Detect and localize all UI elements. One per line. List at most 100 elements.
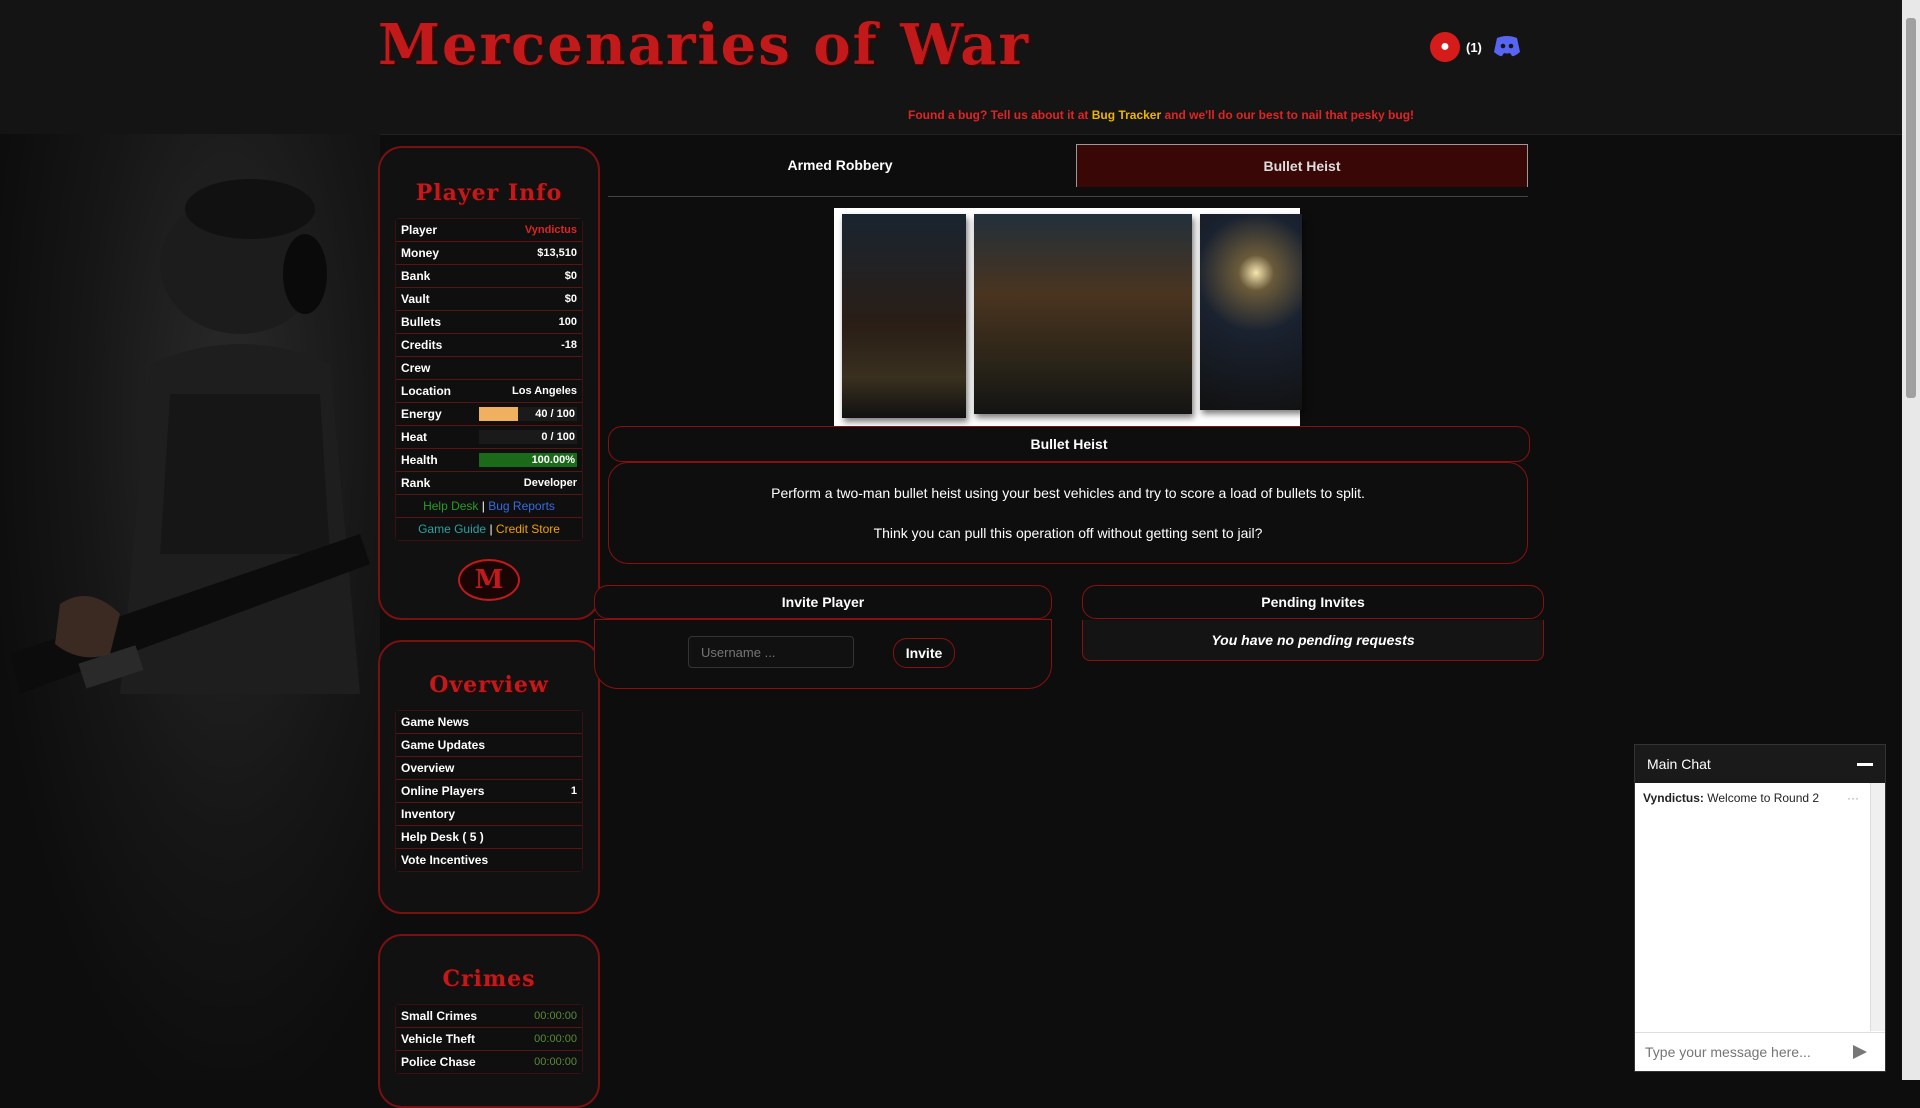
heist-description-line2: Think you can pull this operation off wi… — [873, 525, 1263, 541]
crime-vehicle-theft[interactable]: Vehicle Theft 00:00:00 — [396, 1028, 582, 1051]
rank-value: Developer — [523, 477, 577, 489]
chat-message-user[interactable]: Vyndictus: — [1643, 791, 1704, 805]
bug-banner: Found a bug? Tell us about it at Bug Tra… — [908, 108, 1414, 122]
help-desk-link[interactable]: Help Desk — [423, 499, 478, 513]
heist-title: Bullet Heist — [608, 426, 1530, 462]
vault-row[interactable]: Vault $0 — [396, 288, 582, 311]
link-separator: | — [486, 522, 496, 536]
bug-tracker-link[interactable]: Bug Tracker — [1092, 108, 1161, 122]
row-label: Energy — [401, 407, 442, 421]
energy-bar-fill — [479, 407, 519, 421]
nav-help-desk[interactable]: Help Desk ( 5 ) — [396, 826, 582, 849]
heat-row: Heat 0 / 100 — [396, 426, 582, 449]
row-label: Bank — [401, 269, 431, 283]
nav-online-players[interactable]: Online Players 1 — [396, 780, 582, 803]
row-label: Location — [401, 384, 451, 398]
tab-armed-robbery[interactable]: Armed Robbery — [610, 144, 1070, 186]
game-guide-link[interactable]: Game Guide — [418, 522, 486, 536]
heat-bar: 0 / 100 — [479, 430, 577, 444]
bug-banner-text-end: and we'll do our best to nail that pesky… — [1161, 108, 1415, 122]
row-label: Rank — [401, 476, 431, 490]
player-info-title: Player Info — [415, 180, 563, 206]
credit-store-link[interactable]: Credit Store — [496, 522, 560, 536]
crew-row[interactable]: Crew — [396, 357, 582, 380]
nav-label: Game Updates — [401, 738, 486, 752]
nav-game-news[interactable]: Game News — [396, 711, 582, 734]
more-options-icon[interactable]: ··· — [1847, 791, 1859, 805]
player-row: Player Vyndictus — [396, 219, 582, 242]
nav-game-updates[interactable]: Game Updates — [396, 734, 582, 757]
nav-vote-incentives[interactable]: Vote Incentives — [396, 849, 582, 871]
heist-description-line1: Perform a two-man bullet heist using you… — [771, 485, 1365, 501]
money-row: Money $13,510 — [396, 242, 582, 265]
overview-title: Overview — [429, 672, 549, 698]
online-count-badge: 1 — [570, 785, 577, 797]
chat-header[interactable]: Main Chat — [1635, 745, 1885, 783]
player-info-table: Player Vyndictus Money $13,510 Bank $0 Vaul… — [395, 218, 583, 541]
row-label: Vault — [401, 292, 430, 306]
row-label: Health — [401, 453, 438, 467]
nav-label: Vote Incentives — [401, 853, 489, 867]
main-chat-widget: Main Chat Vyndictus: Welcome to Round 2 … — [1634, 744, 1886, 1072]
site-header: Mercenaries of War ● (1) Found a bug? Te… — [0, 0, 1902, 135]
row-label: Player — [401, 223, 438, 237]
chat-input-bar — [1635, 1032, 1885, 1071]
crime-label: Vehicle Theft — [401, 1032, 476, 1046]
crime-timer: 00:00:00 — [534, 1033, 577, 1045]
nav-label: Help Desk ( 5 ) — [401, 830, 484, 844]
crimes-title: Crimes — [442, 966, 536, 992]
canvas-panel-left — [842, 214, 966, 418]
pending-invites-message: You have no pending requests — [1082, 620, 1544, 661]
bug-banner-text: Found a bug? Tell us about it at — [908, 108, 1092, 122]
crime-police-chase[interactable]: Police Chase 00:00:00 — [396, 1051, 582, 1073]
notifications[interactable]: ● (1) — [1430, 32, 1482, 62]
invite-player-header: Invite Player — [594, 585, 1052, 619]
notification-count: (1) — [1466, 39, 1482, 55]
tab-divider — [608, 196, 1528, 197]
money-value: $13,510 — [537, 247, 577, 259]
crimes-list: Small Crimes 00:00:00 Vehicle Theft 00:00:… — [395, 1004, 583, 1074]
support-links: Help Desk | Bug Reports — [396, 495, 582, 518]
username-input[interactable] — [688, 636, 854, 668]
page-scrollbar-thumb[interactable] — [1906, 18, 1916, 398]
player-name[interactable]: Vyndictus — [525, 224, 577, 236]
bug-reports-link[interactable]: Bug Reports — [488, 499, 555, 513]
chat-scrollbar[interactable] — [1870, 783, 1885, 1031]
location-row[interactable]: Location Los Angeles — [396, 380, 582, 403]
energy-row: Energy 40 / 100 — [396, 403, 582, 426]
invite-button[interactable]: Invite — [893, 638, 955, 668]
m-badge-icon: M — [458, 559, 520, 601]
nav-inventory[interactable]: Inventory — [396, 803, 582, 826]
minimize-icon[interactable] — [1857, 762, 1873, 766]
canvas-panel-right — [1200, 214, 1302, 410]
crime-label: Small Crimes — [401, 1009, 478, 1023]
send-icon[interactable] — [1853, 1045, 1867, 1059]
chat-message: Vyndictus: Welcome to Round 2 ··· — [1643, 791, 1859, 805]
crime-timer: 00:00:00 — [534, 1056, 577, 1068]
canvas-panel-center — [974, 214, 1192, 414]
rank-row: Rank Developer — [396, 472, 582, 495]
heist-description: Perform a two-man bullet heist using you… — [608, 462, 1528, 564]
chat-message-input[interactable] — [1643, 1043, 1847, 1061]
credits-row: Credits -18 — [396, 334, 582, 357]
crime-small-crimes[interactable]: Small Crimes 00:00:00 — [396, 1005, 582, 1028]
site-logo[interactable]: Mercenaries of War — [378, 12, 1030, 78]
nav-overview[interactable]: Overview — [396, 757, 582, 780]
row-label: Heat — [401, 430, 428, 444]
bullets-value: 100 — [558, 316, 577, 328]
health-text: 100.00% — [531, 454, 575, 466]
bank-row[interactable]: Bank $0 — [396, 265, 582, 288]
nav-label: Online Players — [401, 784, 485, 798]
energy-text: 40 / 100 — [535, 408, 575, 420]
health-bar: 100.00% — [479, 453, 577, 467]
crime-label: Police Chase — [401, 1055, 476, 1069]
row-label: Crew — [401, 361, 431, 375]
location-value: Los Angeles — [512, 385, 577, 397]
heist-image — [834, 208, 1302, 426]
player-info-panel: Player Info Player Vyndictus Money $13,510… — [378, 146, 600, 620]
discord-icon[interactable] — [1492, 34, 1522, 58]
chat-bubble-icon[interactable]: ● — [1430, 32, 1460, 62]
chat-title: Main Chat — [1647, 756, 1711, 772]
energy-bar: 40 / 100 — [479, 407, 577, 421]
tab-bullet-heist[interactable]: Bullet Heist — [1076, 144, 1528, 187]
